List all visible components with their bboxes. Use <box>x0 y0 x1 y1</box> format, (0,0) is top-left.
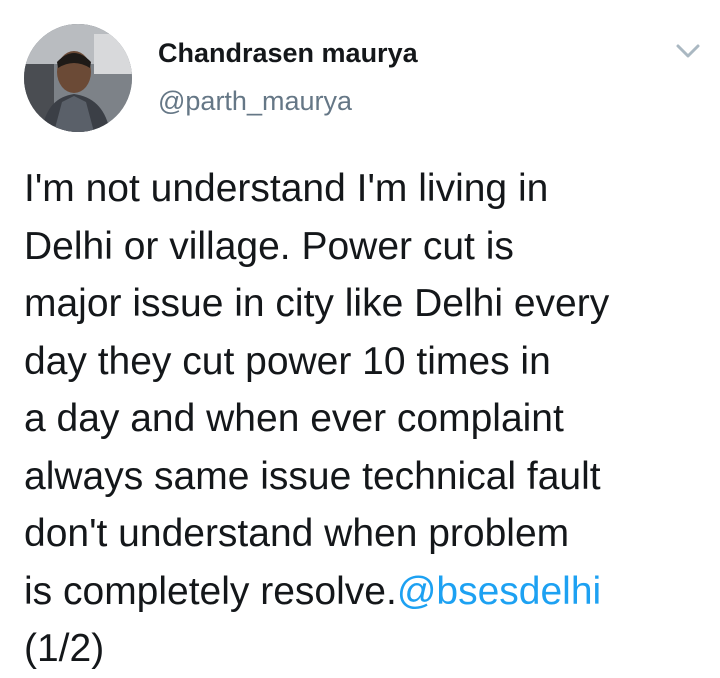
author-handle[interactable]: @parth_maurya <box>158 86 352 117</box>
tweet-text-line: major issue in city like Delhi every <box>24 282 610 325</box>
tweet-text-line: always same issue technical fault <box>24 454 601 498</box>
author-avatar[interactable] <box>24 24 132 132</box>
tweet-text-line: don't understand when problem <box>24 512 570 555</box>
tweet-text-line: Delhi or village. Power cut is <box>24 224 514 268</box>
thread-count: (1/2) <box>24 627 105 670</box>
tweet-text-line: I'm not understand I'm living in <box>24 167 549 210</box>
mention-link[interactable]: @bsesdelhi <box>397 570 601 613</box>
tweet-text: I'm not understand I'm living in Delhi o… <box>24 160 700 678</box>
tweet-text-line: day they cut power 10 times in <box>24 339 551 383</box>
avatar-photo-icon <box>24 24 132 132</box>
tweet-text-line: is completely resolve. <box>24 569 397 613</box>
chevron-down-icon[interactable] <box>670 36 706 66</box>
tweet-text-line: a day and when ever complaint <box>24 397 564 440</box>
author-display-name[interactable]: Chandrasen maurya <box>158 38 418 69</box>
tweet-card: Chandrasen maurya @parth_maurya I'm not … <box>0 0 720 676</box>
